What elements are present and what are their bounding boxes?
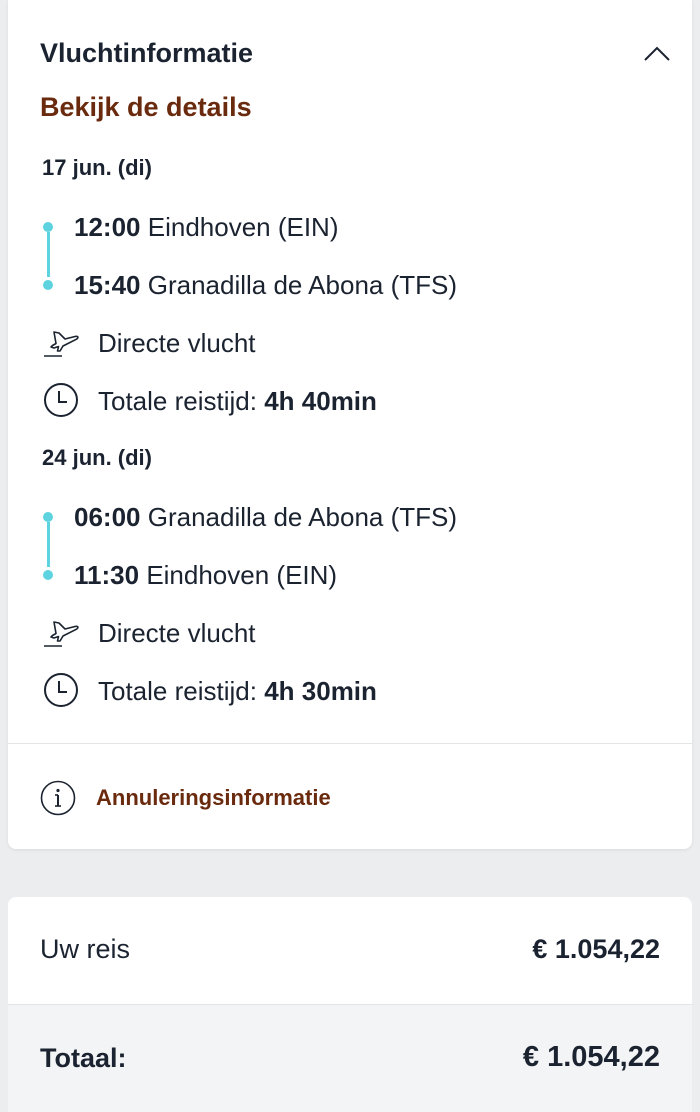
total-label: Totaal: [40,1043,127,1073]
details-link[interactable]: Bekijk de details [40,92,252,123]
trip-price: € 1.054,22 [532,934,660,964]
arrival-dot [43,280,53,290]
leg-date: 17 jun. (di) [42,155,152,180]
flight-leg-outbound: 17 jun. (di) 12:00 Eindhoven (EIN) 15:40… [8,155,692,445]
departure-time: 06:00 [74,502,141,532]
clock-icon [44,383,78,417]
price-summary-card: Uw reis € 1.054,22 Totaal: € 1.054,22 [8,897,692,1112]
arrival-time: 11:30 [74,560,140,590]
clock-icon [44,673,78,707]
cancellation-info-label: Annuleringsinformatie [96,785,331,810]
flight-info-card: Vluchtinformatie Bekijk de details 17 ju… [8,0,692,849]
arrival-place: Eindhoven (EIN) [146,560,338,590]
flight-type: Directe vlucht [98,618,256,648]
departure-stop: 06:00 Granadilla de Abona (TFS) [74,502,457,533]
plane-icon [44,621,79,647]
duration: Totale reistijd: 4h 30min [98,676,377,707]
divider [8,743,692,744]
flight-type: Directe vlucht [98,328,256,358]
duration-label: Totale reistijd: [98,676,257,706]
departure-time: 12:00 [74,212,141,242]
duration-value: 4h 30min [264,676,377,706]
departure-dot [43,512,53,522]
total-price: € 1.054,22 [522,1041,660,1073]
trip-price-row: Uw reis € 1.054,22 [8,897,692,1003]
arrival-stop: 15:40 Granadilla de Abona (TFS) [74,270,457,301]
duration-label: Totale reistijd: [98,386,257,416]
total-price-row: Totaal: € 1.054,22 [8,1004,692,1112]
plane-icon [44,331,79,357]
duration: Totale reistijd: 4h 40min [98,386,377,417]
duration-value: 4h 40min [264,386,377,416]
chevron-up-icon[interactable] [642,44,672,64]
section-title: Vluchtinformatie [40,38,254,68]
timeline-line [46,522,50,567]
arrival-time: 15:40 [74,270,141,300]
info-icon [40,780,76,816]
arrival-place: Granadilla de Abona (TFS) [147,270,458,300]
leg-date: 24 jun. (di) [42,445,152,470]
flight-leg-return: 24 jun. (di) 06:00 Granadilla de Abona (… [8,445,692,735]
departure-dot [43,222,53,232]
timeline-line [46,232,50,277]
departure-place: Granadilla de Abona (TFS) [147,502,458,532]
departure-place: Eindhoven (EIN) [147,212,339,242]
arrival-stop: 11:30 Eindhoven (EIN) [74,560,337,591]
departure-stop: 12:00 Eindhoven (EIN) [74,212,339,243]
trip-label: Uw reis [40,934,131,964]
arrival-dot [43,570,53,580]
